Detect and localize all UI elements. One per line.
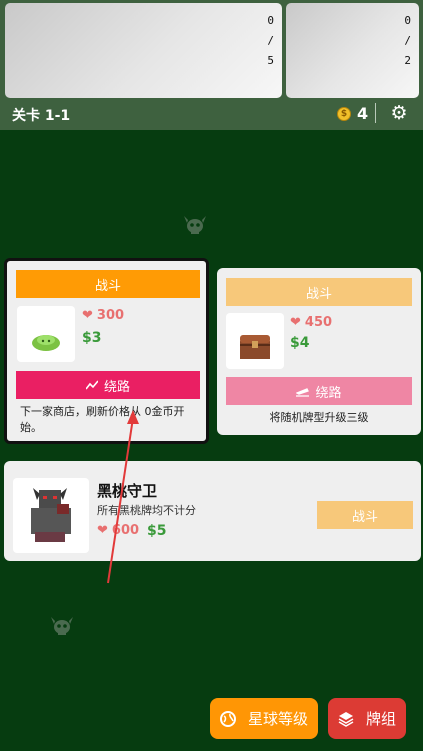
joker-counter-current: 0 <box>404 14 411 27</box>
hp-value: 600 <box>111 523 140 538</box>
plane-icon <box>296 387 310 397</box>
heart-icon: ❤ <box>290 315 301 330</box>
level-label: 关卡 1-1 <box>12 108 71 124</box>
divider <box>375 103 376 123</box>
hp-stat: ❤ 450 <box>290 315 332 330</box>
slime-icon <box>32 335 60 351</box>
boss-description: 所有黑桃牌均不计分 <box>97 504 196 517</box>
coin-display: $ 4 <box>337 104 368 123</box>
globe-icon <box>219 710 236 727</box>
deck-button[interactable]: 牌组 <box>328 698 406 739</box>
joker-panel: 0 / 2 <box>286 3 419 98</box>
hp-stat: ❤ 600 <box>97 523 139 538</box>
fight-button[interactable]: 战斗 <box>317 501 413 529</box>
detour-reward-description: 将随机牌型升级三级 <box>269 411 369 424</box>
boss-card: 黑桃守卫 所有黑桃牌均不计分 ❤ 600 $5 战斗 <box>4 461 421 561</box>
gear-icon[interactable]: ⚙ <box>389 103 409 123</box>
detour-reward-description: 下一家商店，刷新价格从 0金币开始。 <box>20 405 185 434</box>
hand-counter-separator: / <box>267 34 274 47</box>
hp-stat: ❤ 300 <box>82 308 124 323</box>
blind-card-big: 战斗 ❤ 450 $4 绕路 将随机牌型升级三级 <box>217 268 421 435</box>
hp-value: 300 <box>96 308 125 323</box>
heart-icon: ❤ <box>97 523 108 538</box>
deck-label: 牌组 <box>365 710 396 728</box>
fight-button[interactable]: 战斗 <box>16 270 200 298</box>
boss-portrait <box>13 478 89 553</box>
boss-name: 黑桃守卫 <box>97 482 158 500</box>
joker-counter-max: 2 <box>404 54 411 67</box>
hand-counter: 0 / 5 <box>267 11 274 71</box>
detour-label: 绕路 <box>103 379 130 395</box>
detour-button[interactable]: 绕路 <box>226 377 412 405</box>
reward-value: $3 <box>82 330 102 346</box>
planet-level-label: 星球等级 <box>247 710 308 728</box>
enemy-portrait-chest <box>226 313 284 369</box>
boss-knight-icon <box>31 488 71 542</box>
hand-counter-max: 5 <box>267 54 274 67</box>
reward-value: $5 <box>147 523 167 539</box>
blind-card-small: 战斗 ❤ 300 $3 绕路 下一家商店，刷新价格从 0金币开始。 <box>4 258 209 444</box>
coin-count: 4 <box>357 104 369 123</box>
skull-icon <box>184 216 206 234</box>
enemy-portrait-slime <box>17 306 75 362</box>
joker-counter-separator: / <box>404 34 411 47</box>
top-bar: 0 / 5 0 / 2 关卡 1-1 $ 4 ⚙ <box>0 0 423 130</box>
hand-panel: 0 / 5 <box>5 3 282 98</box>
joker-counter: 0 / 2 <box>404 11 411 71</box>
hp-value: 450 <box>304 315 333 330</box>
reward-value: $4 <box>290 335 310 351</box>
detour-button[interactable]: 绕路 <box>16 371 200 399</box>
hand-counter-current: 0 <box>267 14 274 27</box>
skull-icon <box>51 617 73 635</box>
heart-icon: ❤ <box>82 308 93 323</box>
coin-icon: $ <box>337 106 351 121</box>
trend-icon <box>85 380 98 390</box>
layers-icon <box>338 711 354 727</box>
chest-icon <box>240 335 270 359</box>
fight-button[interactable]: 战斗 <box>226 278 412 306</box>
planet-level-button[interactable]: 星球等级 <box>210 698 318 739</box>
detour-label: 绕路 <box>315 385 342 401</box>
